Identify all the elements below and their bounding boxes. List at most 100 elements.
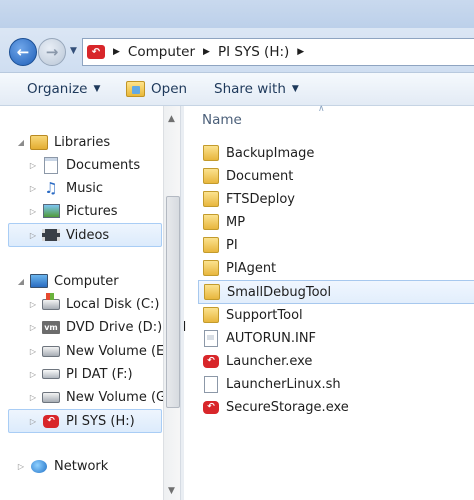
computer-icon [30, 274, 48, 288]
script-file-icon [204, 375, 218, 393]
file-row-supporttool[interactable]: SupportTool [198, 304, 474, 326]
column-header-name[interactable]: Name [202, 112, 242, 128]
file-name: PIAgent [226, 260, 277, 276]
folder-icon [203, 145, 219, 161]
share-label: Share with [214, 81, 286, 97]
tree-item-network[interactable]: ▷ Network [16, 455, 108, 477]
dropdown-arrow-icon: ▼ [291, 84, 299, 94]
open-button[interactable]: Open [126, 81, 187, 97]
videos-icon [42, 229, 60, 241]
app-icon: ↶ [203, 354, 219, 368]
breadcrumb-pi-sys[interactable]: PI SYS (H:) [218, 44, 289, 60]
expand-icon[interactable]: ▷ [16, 462, 26, 471]
file-row-securestorage-exe[interactable]: ↶ SecureStorage.exe [198, 396, 474, 418]
libraries-icon [30, 134, 48, 150]
tree-item-local-disk-c[interactable]: ▷ Local Disk (C:) [28, 292, 159, 315]
scroll-down-icon[interactable]: ▼ [168, 486, 175, 496]
tree-label: New Volume (G:) [66, 389, 176, 405]
tree-label: Videos [66, 227, 110, 243]
file-name: PI [226, 237, 238, 253]
tree-item-new-volume-e[interactable]: ▷ New Volume (E:) [28, 340, 174, 362]
navigation-scrollbar[interactable]: ▲ ▼ [163, 106, 181, 500]
forward-button[interactable]: → [38, 38, 66, 66]
file-name: SecureStorage.exe [226, 399, 349, 415]
folder-icon [203, 260, 219, 276]
inf-file-icon [204, 329, 218, 347]
tree-label: Documents [66, 157, 141, 173]
tree-item-pi-dat-f[interactable]: ▷ PI DAT (F:) [28, 363, 133, 385]
collapse-icon[interactable]: ◢ [16, 277, 26, 286]
file-row-piagent[interactable]: PIAgent [198, 257, 474, 279]
scroll-up-icon[interactable]: ▲ [168, 114, 175, 124]
tree-item-documents[interactable]: ▷ Documents [28, 154, 140, 176]
dropdown-arrow-icon: ▼ [93, 84, 101, 94]
expand-icon[interactable]: ▷ [28, 347, 38, 356]
recent-pages-dropdown[interactable]: ▼ [70, 46, 77, 56]
documents-icon [44, 156, 58, 174]
tree-label: PI DAT (F:) [66, 366, 133, 382]
sort-ascending-icon: ∧ [318, 104, 325, 114]
tree-item-pictures[interactable]: ▷ Pictures [28, 200, 118, 222]
chevron-right-icon[interactable]: ▶ [297, 47, 304, 57]
app-icon: ↶ [203, 400, 219, 414]
expand-icon[interactable]: ▷ [28, 323, 38, 332]
share-with-button[interactable]: Share with ▼ [214, 81, 299, 97]
expand-icon[interactable]: ▷ [28, 370, 38, 379]
open-label: Open [151, 81, 188, 97]
file-row-ftsdeploy[interactable]: FTSDeploy [198, 188, 474, 210]
expand-icon[interactable]: ▷ [28, 300, 38, 309]
expand-icon[interactable]: ▷ [28, 393, 38, 402]
file-name: FTSDeploy [226, 191, 295, 207]
local-disk-icon [42, 292, 60, 310]
pane-splitter[interactable] [180, 106, 184, 500]
vm-dvd-icon: vm [42, 320, 60, 334]
removable-drive-icon [42, 369, 60, 379]
file-row-mp[interactable]: MP [198, 211, 474, 233]
tree-item-videos[interactable]: ▷ Videos [8, 223, 162, 247]
expand-icon[interactable]: ▷ [28, 417, 38, 426]
tree-label: New Volume (E:) [66, 343, 174, 359]
file-row-pi[interactable]: PI [198, 234, 474, 256]
collapse-icon[interactable]: ◢ [16, 138, 26, 147]
file-name: SupportTool [226, 307, 303, 323]
file-row-smalldebugtool[interactable]: SmallDebugTool [198, 280, 474, 304]
tree-label: Music [66, 180, 103, 196]
tree-label: Computer [54, 273, 119, 289]
music-icon: ♫ [44, 179, 58, 197]
tree-item-pi-sys-h[interactable]: ▷ ↶ PI SYS (H:) [8, 409, 162, 433]
file-name: AUTORUN.INF [226, 330, 317, 346]
expand-icon[interactable]: ▷ [28, 231, 38, 240]
scroll-thumb[interactable] [166, 196, 180, 408]
folder-icon [203, 214, 219, 230]
organize-label: Organize [27, 81, 88, 97]
hard-drive-icon [42, 391, 60, 403]
file-name: Launcher.exe [226, 353, 313, 369]
expand-icon[interactable]: ▷ [28, 184, 38, 193]
organize-button[interactable]: Organize ▼ [27, 81, 100, 97]
expand-icon[interactable]: ▷ [28, 161, 38, 170]
back-button[interactable]: ← [9, 38, 37, 66]
file-row-backupimage[interactable]: BackupImage [198, 142, 474, 164]
tree-item-new-volume-g[interactable]: ▷ New Volume (G:) [28, 386, 176, 408]
chevron-right-icon[interactable]: ▶ [203, 47, 210, 57]
folder-icon [203, 191, 219, 207]
pictures-icon [42, 204, 60, 218]
tree-item-computer[interactable]: ◢ Computer [16, 270, 119, 292]
tree-item-music[interactable]: ▷ ♫ Music [28, 177, 103, 199]
chevron-right-icon[interactable]: ▶ [113, 47, 120, 57]
folder-icon [203, 307, 219, 323]
pi-sys-drive-icon: ↶ [43, 414, 59, 428]
file-row-launcher-exe[interactable]: ↶ Launcher.exe [198, 350, 474, 372]
breadcrumb-computer[interactable]: Computer [128, 44, 195, 60]
file-name: BackupImage [226, 145, 315, 161]
file-row-autorun-inf[interactable]: AUTORUN.INF [198, 327, 474, 349]
tree-item-libraries[interactable]: ◢ Libraries [16, 131, 110, 153]
file-row-launcherlinux-sh[interactable]: LauncherLinux.sh [198, 373, 474, 395]
tree-label: Network [54, 458, 109, 474]
file-row-document[interactable]: Document [198, 165, 474, 187]
address-bar[interactable]: ↶ ▶ Computer ▶ PI SYS (H:) ▶ [82, 38, 474, 66]
file-name: SmallDebugTool [227, 284, 332, 300]
tree-label: PI SYS (H:) [66, 413, 135, 429]
tree-label: Pictures [66, 203, 118, 219]
expand-icon[interactable]: ▷ [28, 207, 38, 216]
